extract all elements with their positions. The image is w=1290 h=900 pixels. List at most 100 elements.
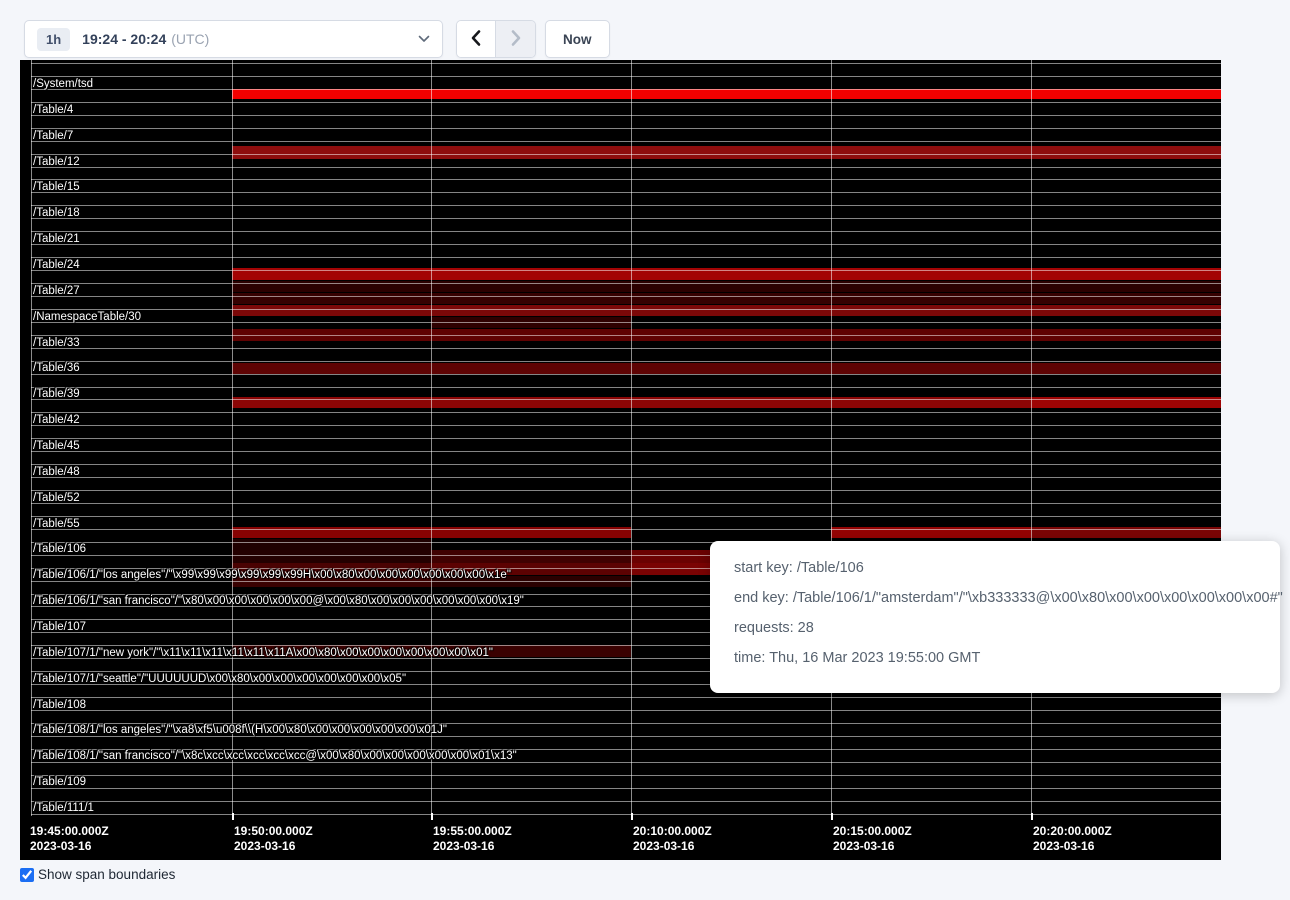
grid-row-line bbox=[31, 399, 1221, 400]
time-range-selector[interactable]: 1h 19:24 - 20:24 (UTC) bbox=[24, 20, 443, 58]
span-label: /Table/52 bbox=[33, 492, 80, 504]
axis-tick-time: 19:50:00.000Z bbox=[234, 824, 313, 839]
span-boundaries-control: Show span boundaries bbox=[20, 867, 175, 882]
axis-tick-label: 20:20:00.000Z2023-03-16 bbox=[1033, 824, 1112, 854]
axis-tick-date: 2023-03-16 bbox=[30, 839, 109, 854]
heat-band bbox=[232, 305, 1221, 316]
grid-row-line bbox=[31, 387, 1221, 388]
grid-row-line bbox=[31, 477, 1221, 478]
span-label: /Table/7 bbox=[33, 130, 73, 142]
span-label: /Table/27 bbox=[33, 285, 80, 297]
axis-tick bbox=[1031, 813, 1033, 820]
time-nav-group bbox=[456, 20, 536, 58]
span-label: /Table/106/1/"san francisco"/"\x80\x00\x… bbox=[33, 595, 524, 607]
grid-row-line bbox=[31, 76, 1221, 77]
span-label: /Table/18 bbox=[33, 207, 80, 219]
grid-row-line bbox=[31, 451, 1221, 452]
column-line bbox=[1031, 60, 1032, 816]
grid-row-line bbox=[31, 218, 1221, 219]
tooltip-start-key: start key: /Table/106 bbox=[734, 560, 1256, 576]
grid-row-line bbox=[31, 361, 1221, 362]
hover-tooltip: start key: /Table/106 end key: /Table/10… bbox=[710, 541, 1280, 693]
grid-row-line bbox=[31, 102, 1221, 103]
grid-row-line bbox=[31, 296, 1221, 297]
span-label: /Table/106 bbox=[33, 543, 86, 555]
span-label: /Table/45 bbox=[33, 440, 80, 452]
grid-row-line bbox=[31, 128, 1221, 129]
span-label: /Table/111/1 bbox=[33, 802, 94, 814]
grid-row-line bbox=[31, 270, 1221, 271]
tooltip-end-key: end key: /Table/106/1/"amsterdam"/"\xb33… bbox=[734, 590, 1256, 606]
grid-row-line bbox=[31, 438, 1221, 439]
grid-row-line bbox=[31, 529, 1221, 530]
axis-tick-label: 20:10:00.000Z2023-03-16 bbox=[633, 824, 712, 854]
grid-row-line bbox=[31, 309, 1221, 310]
axis-tick-label: 19:45:00.000Z2023-03-16 bbox=[30, 824, 109, 854]
span-label: /System/tsd bbox=[33, 78, 93, 90]
key-visualizer-page: 1h 19:24 - 20:24 (UTC) Now /System/tsd/T… bbox=[0, 0, 1290, 900]
span-label: /Table/107/1/"new york"/"\x11\x11\x11\x1… bbox=[33, 647, 493, 659]
grid-row-line bbox=[31, 192, 1221, 193]
span-label: /Table/4 bbox=[33, 104, 73, 116]
column-line bbox=[431, 60, 432, 816]
key-visualizer-canvas[interactable]: /System/tsd/Table/4/Table/7/Table/12/Tab… bbox=[20, 60, 1221, 860]
grid-row-line bbox=[31, 141, 1221, 142]
grid-row-line bbox=[31, 179, 1221, 180]
axis-tick bbox=[631, 813, 633, 820]
show-span-boundaries-checkbox[interactable] bbox=[20, 868, 34, 882]
axis-tick-time: 19:45:00.000Z bbox=[30, 824, 109, 839]
tooltip-requests: requests: 28 bbox=[734, 620, 1256, 636]
grid-row-line bbox=[31, 801, 1221, 802]
axis-tick-date: 2023-03-16 bbox=[234, 839, 313, 854]
heat-band bbox=[232, 293, 1221, 304]
span-label: /Table/108 bbox=[33, 699, 86, 711]
grid-row-line bbox=[31, 516, 1221, 517]
axis-tick-label: 20:15:00.000Z2023-03-16 bbox=[833, 824, 912, 854]
heat-band bbox=[232, 146, 1221, 159]
column-line bbox=[631, 60, 632, 816]
axis-tick-date: 2023-03-16 bbox=[833, 839, 912, 854]
axis-tick bbox=[431, 813, 433, 820]
chevron-right-icon bbox=[510, 29, 522, 50]
axis-tick-label: 19:55:00.000Z2023-03-16 bbox=[433, 824, 512, 854]
heat-band bbox=[232, 550, 431, 563]
span-label: /Table/24 bbox=[33, 259, 80, 271]
heat-band bbox=[232, 539, 431, 550]
grid-row-line bbox=[31, 167, 1221, 168]
span-label: /Table/39 bbox=[33, 388, 80, 400]
show-span-boundaries-label[interactable]: Show span boundaries bbox=[38, 867, 175, 882]
grid-row-line bbox=[31, 89, 1221, 90]
axis-tick-time: 19:55:00.000Z bbox=[433, 824, 512, 839]
grid-row-line bbox=[31, 788, 1221, 789]
chevron-down-icon bbox=[418, 35, 430, 43]
grid-row-line bbox=[31, 231, 1221, 232]
axis-tick-label: 19:50:00.000Z2023-03-16 bbox=[234, 824, 313, 854]
grid-row-line bbox=[31, 348, 1221, 349]
span-label: /NamespaceTable/30 bbox=[33, 311, 141, 323]
grid-row-line bbox=[31, 115, 1221, 116]
grid-row-line bbox=[31, 425, 1221, 426]
column-line bbox=[31, 60, 32, 816]
next-time-button[interactable] bbox=[496, 21, 535, 57]
axis-tick-time: 20:10:00.000Z bbox=[633, 824, 712, 839]
axis-tick-time: 20:20:00.000Z bbox=[1033, 824, 1112, 839]
grid-row-line bbox=[31, 503, 1221, 504]
span-label: /Table/33 bbox=[33, 337, 80, 349]
span-label: /Table/36 bbox=[33, 362, 80, 374]
grid-row-line bbox=[31, 775, 1221, 776]
time-range-toolbar: 1h 19:24 - 20:24 (UTC) Now bbox=[0, 0, 1290, 60]
axis-tick bbox=[831, 813, 833, 820]
column-line bbox=[831, 60, 832, 816]
prev-time-button[interactable] bbox=[457, 21, 496, 57]
time-range-badge: 1h bbox=[37, 28, 70, 51]
column-line bbox=[232, 60, 233, 816]
axis-tick-time: 20:15:00.000Z bbox=[833, 824, 912, 839]
span-label: /Table/12 bbox=[33, 156, 80, 168]
grid-row-line bbox=[31, 205, 1221, 206]
axis-tick-date: 2023-03-16 bbox=[433, 839, 512, 854]
grid-row-line bbox=[31, 283, 1221, 284]
span-label: /Table/108/1/"san francisco"/"\x8c\xcc\x… bbox=[33, 750, 517, 762]
now-button[interactable]: Now bbox=[545, 20, 610, 58]
span-label: /Table/15 bbox=[33, 181, 80, 193]
grid-row-line bbox=[31, 335, 1221, 336]
